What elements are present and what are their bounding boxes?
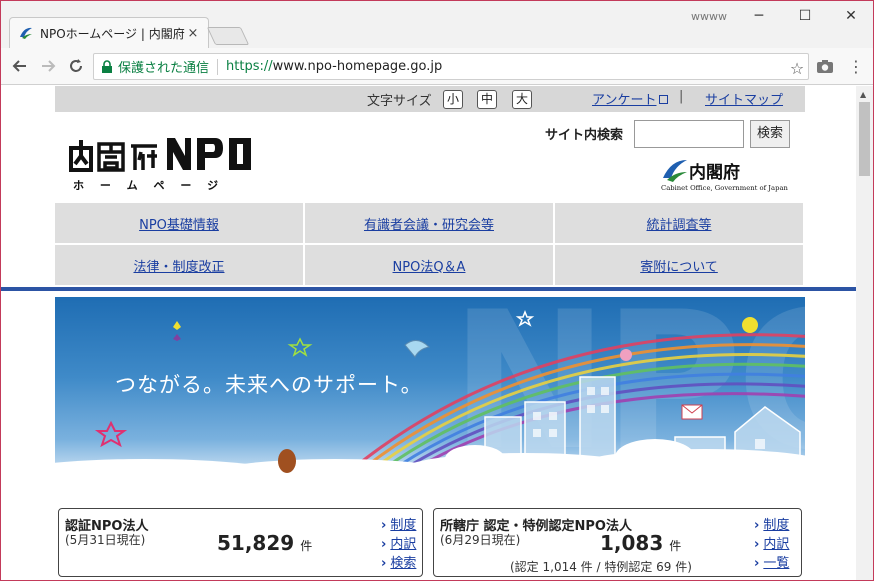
address-bar[interactable]: 保護された通信 https://www.npo-homepage.go.jp ☆	[93, 53, 809, 80]
url-scheme: https://	[226, 59, 273, 74]
util-separator: |	[679, 89, 684, 104]
tab-close-icon[interactable]: ×	[186, 26, 200, 41]
url-host: www.npo-homepage.go.jp	[272, 59, 443, 74]
title-bar: NPOホームページ | 内閣府 × wwww ─ ☐ ✕	[1, 1, 873, 48]
font-size-medium-button[interactable]: 中	[477, 90, 497, 109]
survey-link[interactable]: アンケート	[592, 89, 669, 108]
stat-count-value: 1,083	[600, 531, 664, 555]
main-navigation: NPO基礎情報 有識者会議・研究会等 統計調査等 法律・制度改正 NPO法Q＆A…	[55, 203, 805, 287]
scrollbar-thumb[interactable]	[859, 102, 870, 176]
hero-banner: NPO	[55, 297, 805, 475]
nav-npo-basics[interactable]: NPO基礎情報	[55, 203, 305, 245]
stat-link-breakdown[interactable]: 内訳	[754, 533, 789, 552]
nav-law-revision[interactable]: 法律・制度改正	[55, 245, 305, 287]
close-window-button[interactable]: ✕	[833, 3, 869, 29]
stat-link-breakdown[interactable]: 内訳	[381, 533, 416, 552]
tab-title: NPOホームページ | 内閣府	[40, 26, 185, 41]
certified-npo-stat: 認証NPO法人 (5月31日現在) 51,829件 制度 内訳 検索	[58, 508, 423, 577]
font-size-small-button[interactable]: 小	[443, 90, 463, 109]
minimize-button[interactable]: ─	[741, 3, 777, 29]
browser-menu-icon[interactable]: ⋮	[847, 56, 865, 78]
browser-window: NPOホームページ | 内閣府 × wwww ─ ☐ ✕ 保護された通信 htt…	[0, 0, 874, 581]
stat-count: 51,829 件	[217, 531, 312, 555]
scroll-up-arrow-icon[interactable]: ▲	[860, 90, 866, 99]
external-link-icon	[659, 95, 669, 104]
stat-unit: 件	[300, 539, 313, 553]
hero-tagline: つながる。未来へのサポート。	[115, 373, 423, 397]
browser-toolbar: 保護された通信 https://www.npo-homepage.go.jp ☆…	[1, 48, 873, 85]
utility-bar: 文字サイズ 小 中 大 アンケート | サイトマップ	[55, 86, 805, 112]
stat-breakdown: (認定 1,014 件 / 特例認定 69 件)	[510, 560, 692, 574]
stat-date: (5月31日現在)	[65, 533, 146, 547]
site-search-button[interactable]: 検索	[750, 120, 790, 148]
new-tab-button[interactable]	[206, 27, 250, 45]
reload-icon[interactable]	[65, 55, 87, 77]
stat-link-system[interactable]: 制度	[754, 514, 789, 533]
page-viewport: 文字サイズ 小 中 大 アンケート | サイトマップ ホ ー ム ペ ー ジ サ…	[1, 86, 856, 580]
lock-icon	[102, 59, 112, 73]
sitemap-link[interactable]: サイトマップ	[705, 89, 783, 108]
nav-expert-meetings[interactable]: 有識者会議・研究会等	[305, 203, 555, 245]
stat-link-search[interactable]: 検索	[381, 552, 416, 571]
site-search-label: サイト内検索	[545, 128, 624, 143]
forward-arrow-icon[interactable]	[37, 55, 59, 77]
cabinet-favicon-icon	[20, 27, 32, 39]
browser-tab[interactable]: NPOホームページ | 内閣府 ×	[9, 17, 209, 48]
site-search-input[interactable]	[634, 120, 744, 148]
font-size-label: 文字サイズ	[367, 94, 432, 109]
stat-date: (6月29日現在)	[440, 533, 521, 547]
stat-count-value: 51,829	[217, 531, 295, 555]
nav-donation[interactable]: 寄附について	[555, 245, 805, 287]
page-scrollbar[interactable]: ▲	[856, 86, 873, 580]
nav-divider	[1, 287, 856, 291]
nav-npo-law-qa[interactable]: NPO法Q＆A	[305, 245, 555, 287]
stat-count: 1,083 件	[600, 531, 681, 555]
cabinet-name: 内閣府	[689, 162, 740, 183]
stat-link-list[interactable]: 一覧	[754, 552, 789, 571]
nav-statistics[interactable]: 統計調査等	[555, 203, 805, 245]
accredited-npo-stat: 所轄庁 認定・特例認定NPO法人 (6月29日現在) 1,083 件 (認定 1,…	[433, 508, 802, 577]
survey-link-label: アンケート	[592, 93, 657, 108]
font-size-large-button[interactable]: 大	[512, 90, 532, 109]
cabinet-office-logo[interactable]: 内閣府 Cabinet Office, Government of Japan	[661, 158, 791, 192]
secure-label: 保護された通信	[118, 61, 210, 76]
camera-icon[interactable]	[816, 58, 834, 74]
maximize-button[interactable]: ☐	[787, 3, 823, 29]
window-label: wwww	[691, 10, 727, 23]
bookmark-star-icon[interactable]: ☆	[786, 57, 808, 79]
cabinet-en: Cabinet Office, Government of Japan	[661, 184, 788, 192]
stat-link-system[interactable]: 制度	[381, 514, 416, 533]
logo-subtitle: ホ ー ム ペ ー ジ	[73, 179, 224, 192]
back-arrow-icon[interactable]	[9, 55, 31, 77]
npo-homepage-logo[interactable]: ホ ー ム ペ ー ジ	[67, 130, 257, 192]
omnibox-divider	[217, 58, 219, 75]
stat-unit: 件	[669, 539, 682, 553]
